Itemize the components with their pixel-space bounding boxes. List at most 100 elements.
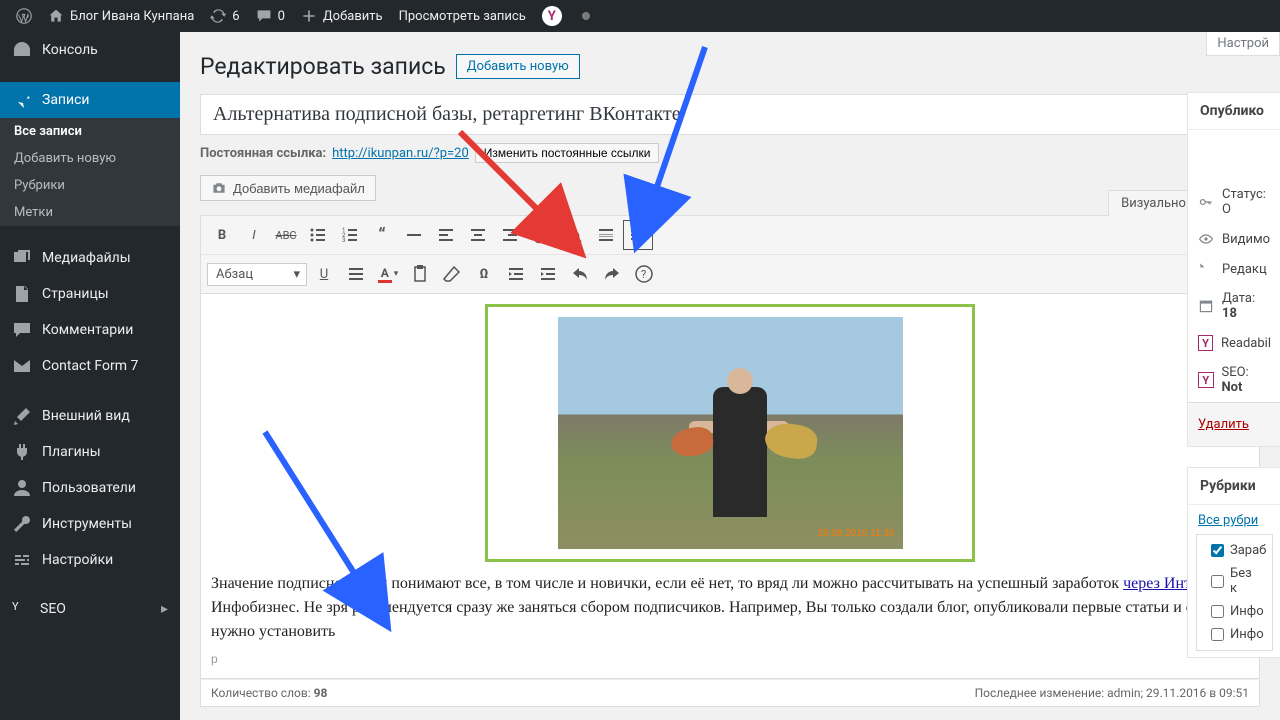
view-post-label: Просмотреть запись [399,9,526,24]
submenu-tags[interactable]: Метки [0,199,180,226]
eye-icon [1198,231,1214,247]
align-right-button[interactable] [495,220,525,250]
format-select[interactable]: Абзац [207,263,307,286]
editor-body[interactable]: 29.08.2016 11:30 Значение подписной базы… [200,294,1260,679]
category-checkbox[interactable] [1211,628,1224,641]
category-checkbox[interactable] [1211,605,1224,618]
menu-tools[interactable]: Инструменты [0,506,180,542]
add-media-button[interactable]: Добавить медиафайл [200,175,376,201]
comments-link[interactable]: 0 [248,0,293,32]
underline-button[interactable]: U [309,259,339,289]
quote-button[interactable]: “ [367,220,397,250]
hr-icon [404,225,424,245]
publish-box: Опублико Статус: О Видимо Редакц Дата: 1… [1187,92,1280,447]
menu-appearance[interactable]: Внешний вид [0,398,180,434]
visibility-row: Видимо [1188,224,1280,254]
link-button[interactable] [527,220,557,250]
calendar-icon [1198,298,1214,314]
wordpress-icon [16,8,32,24]
post-title-input[interactable] [200,94,1260,135]
image-timestamp: 29.08.2016 11:30 [817,526,894,541]
clear-format-button[interactable] [437,259,467,289]
categories-box: Рубрики Все рубри Зараб Без к Инфо Инфо [1187,467,1280,658]
yoast-menu-icon: Y [12,600,30,618]
camera-icon [211,180,227,196]
sliders-icon [12,550,32,570]
submenu-all-posts[interactable]: Все записи [0,118,180,145]
permalink-label: Постоянная ссылка: [200,146,326,161]
editor-toolbar: B I ABC 123 “ Абзац [200,215,1260,294]
yoast-link[interactable]: Y [534,0,570,32]
view-post-link[interactable]: Просмотреть запись [391,0,534,32]
menu-pages[interactable]: Страницы [0,276,180,312]
ul-icon [308,225,328,245]
add-new-link[interactable]: Добавить [293,0,391,32]
menu-seo[interactable]: Y SEO ▸ [0,592,180,626]
help-button[interactable]: ? [629,259,659,289]
site-name-link[interactable]: Блог Ивана Кунпана [40,0,202,32]
justify-icon [346,264,366,284]
menu-settings[interactable]: Настройки [0,542,180,578]
post-image-selection[interactable]: 29.08.2016 11:30 [485,304,975,562]
outdent-icon [506,264,526,284]
bold-button[interactable]: B [207,220,237,250]
menu-dashboard[interactable]: Консоль [0,32,180,68]
readability-row: Y Readabil [1188,328,1280,358]
post-body-text: Значение подписной базы понимают все, в … [211,572,1249,644]
toolbar-toggle-button[interactable] [623,220,653,250]
menu-media[interactable]: Медиафайлы [0,240,180,276]
updates-link[interactable]: 6 [202,0,247,32]
unlink-button[interactable] [559,220,589,250]
number-list-button[interactable]: 123 [335,220,365,250]
submenu-categories[interactable]: Рубрики [0,172,180,199]
permalink-row: Постоянная ссылка: http://ikunpan.ru/?p=… [200,135,1260,171]
indent-button[interactable] [533,259,563,289]
add-new-label: Добавить [323,9,383,24]
align-center-button[interactable] [463,220,493,250]
undo-button[interactable] [565,259,595,289]
menu-plugins[interactable]: Плагины [0,434,180,470]
hr-button[interactable] [399,220,429,250]
wp-logo[interactable] [8,0,40,32]
trash-link[interactable]: Удалить [1188,407,1280,442]
refresh-icon [210,8,226,24]
redo-button[interactable] [597,259,627,289]
align-left-button[interactable] [431,220,461,250]
category-checkbox[interactable] [1211,544,1224,557]
menu-users[interactable]: Пользователи [0,470,180,506]
menu-contact[interactable]: Contact Form 7 [0,348,180,384]
menu-posts[interactable]: Записи [0,82,180,118]
edit-permalinks-button[interactable]: Изменить постоянные ссылки [475,143,660,163]
paste-text-button[interactable] [405,259,435,289]
categories-tab-all[interactable]: Все рубри [1188,505,1280,528]
special-char-button[interactable]: Ω [469,259,499,289]
submenu-add-post[interactable]: Добавить новую [0,145,180,172]
category-item[interactable]: Без к [1197,562,1272,600]
add-new-button[interactable]: Добавить новую [456,54,580,79]
screen-options-tab[interactable]: Настрой [1206,32,1280,56]
category-item[interactable]: Инфо [1197,623,1272,646]
justify-button[interactable] [341,259,371,289]
menu-comments[interactable]: Комментарии [0,312,180,348]
more-button[interactable] [591,220,621,250]
yoast-status-dot[interactable] [570,0,602,32]
tab-visual[interactable]: Визуально [1108,190,1199,216]
redo-icon [602,264,622,284]
text-color-button[interactable]: A▾ [373,259,403,289]
date-row: Дата: 18 [1188,284,1280,328]
comment-icon [256,8,272,24]
category-item[interactable]: Зараб [1197,539,1272,562]
bullet-list-button[interactable] [303,220,333,250]
page-icon [12,284,32,304]
permalink-url[interactable]: http://ikunpan.ru/?p=20 [332,146,469,161]
strike-button[interactable]: ABC [271,220,301,250]
yoast-badge-icon: Y [1198,372,1214,388]
italic-button[interactable]: I [239,220,269,250]
ol-icon: 123 [340,225,360,245]
unlink-icon [564,225,584,245]
user-icon [12,478,32,498]
admin-bar: Блог Ивана Кунпана 6 0 Добавить Просмотр… [0,0,1280,32]
category-checkbox[interactable] [1211,575,1224,588]
outdent-button[interactable] [501,259,531,289]
category-item[interactable]: Инфо [1197,600,1272,623]
